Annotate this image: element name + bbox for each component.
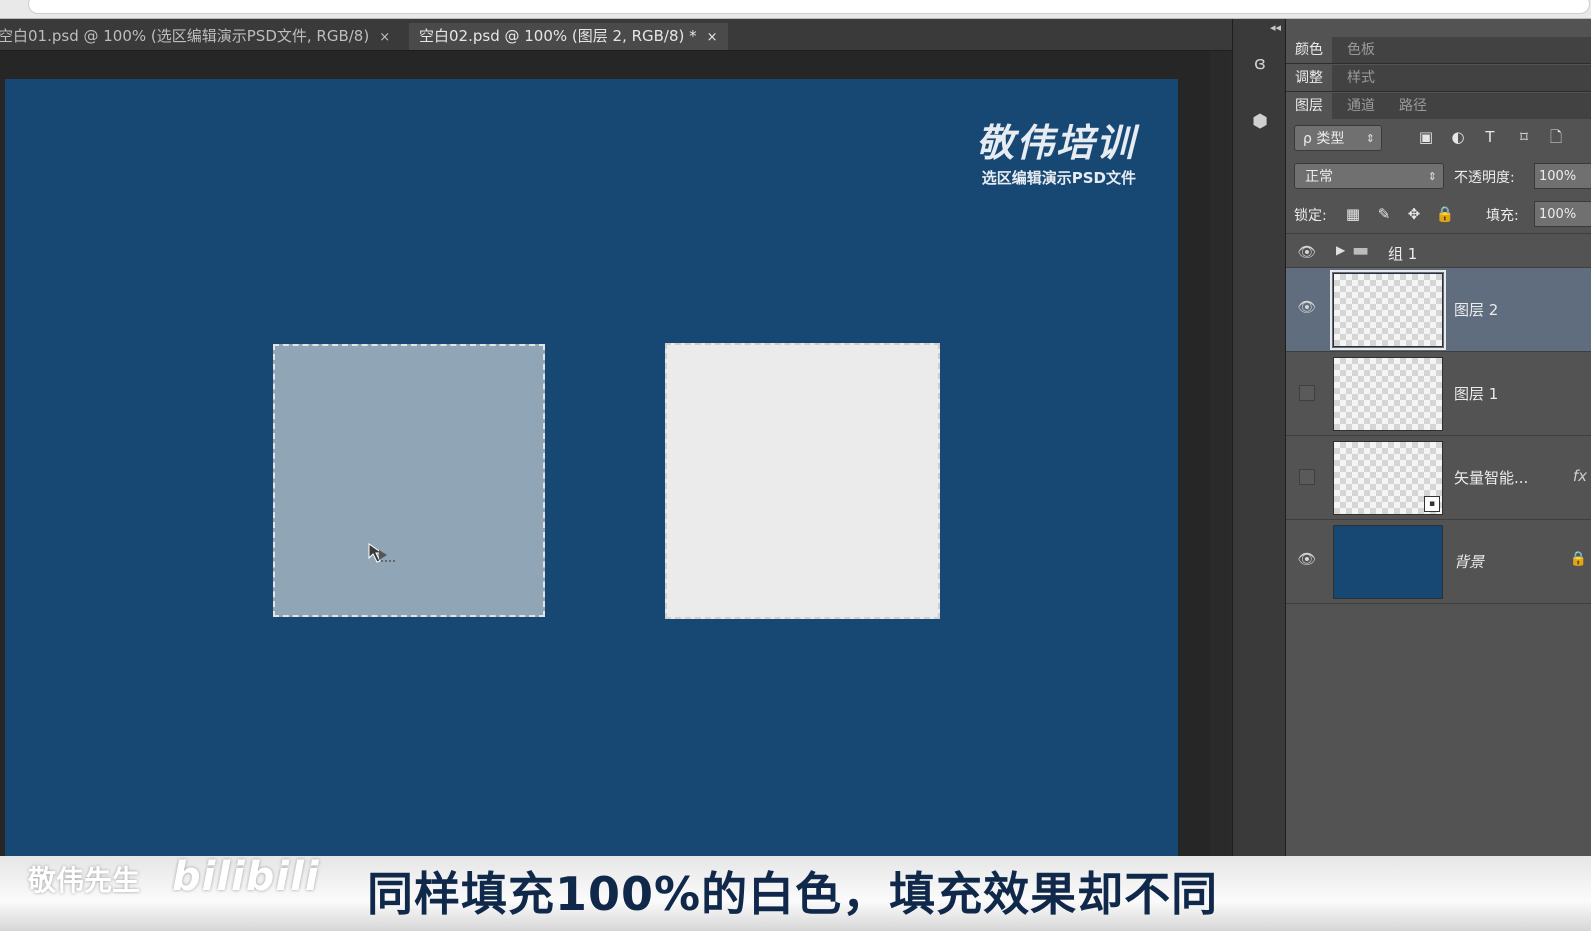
right-square-selection[interactable] xyxy=(665,343,940,619)
tab-layers[interactable]: 图层 xyxy=(1286,93,1332,119)
tab-color[interactable]: 颜色 xyxy=(1286,37,1332,63)
address-field[interactable] xyxy=(28,0,1590,14)
layers-panel: 颜色 色板 调整 样式 图层 通道 路径 ρ 类型 ⇕ ▣ ◐ T ⌑ 🗋 正常… xyxy=(1286,19,1591,856)
tab-adjustments[interactable]: 调整 xyxy=(1286,65,1332,91)
3d-cube-icon[interactable]: ⬢ xyxy=(1243,107,1277,137)
document-tab-bar: 空白01.psd @ 100% (选区编辑演示PSD文件, RGB/8) × 空白… xyxy=(0,19,1232,51)
browser-address-bar xyxy=(0,0,1591,19)
eye-icon[interactable]: 👁 xyxy=(1296,243,1318,263)
adjust-tab-row: 调整 样式 xyxy=(1286,65,1591,92)
smart-object-filter-icon[interactable]: 🗋 xyxy=(1546,127,1566,147)
subtitle-text: 同样填充100%的白色，填充效果却不同 xyxy=(367,867,1219,921)
move-cursor-icon xyxy=(368,543,397,563)
brand-watermark: 敬伟培训 选区编辑演示PSD文件 xyxy=(976,121,1136,188)
group-name: 组 1 xyxy=(1388,245,1418,263)
lock-position-icon[interactable]: ✥ xyxy=(1403,203,1425,225)
lock-transparency-icon[interactable]: ▦ xyxy=(1342,203,1364,225)
layer-name: 图层 2 xyxy=(1454,301,1499,319)
color-tab-row: 颜色 色板 xyxy=(1286,37,1591,64)
tab-channels[interactable]: 通道 xyxy=(1338,93,1384,119)
fill-label: 填充: xyxy=(1486,208,1519,224)
tab-document-1-title: 空白01.psd @ 100% (选区编辑演示PSD文件, RGB/8) xyxy=(0,27,370,45)
vertical-scrollbar[interactable] xyxy=(1210,51,1230,856)
blend-row: 正常 ⇕ 不透明度: 100% xyxy=(1286,157,1591,196)
subtitle-bar: 敬伟先生 bilibili 同样填充100%的白色，填充效果却不同 xyxy=(0,854,1591,931)
visibility-toggle[interactable] xyxy=(1299,385,1315,401)
canvas-area: 敬伟培训 选区编辑演示PSD文件 xyxy=(0,51,1230,859)
tab-document-1[interactable]: 空白01.psd @ 100% (选区编辑演示PSD文件, RGB/8) × xyxy=(0,23,400,50)
layer-row[interactable]: 👁 背景 🔒 xyxy=(1286,520,1591,604)
layer-filter-select[interactable]: ρ 类型 ⇕ xyxy=(1294,125,1382,151)
layer-thumbnail: ▪ xyxy=(1333,441,1443,515)
layer-row[interactable]: 图层 1 xyxy=(1286,352,1591,436)
adjustment-filter-icon[interactable]: ◐ xyxy=(1448,127,1468,147)
blend-mode-select[interactable]: 正常 ⇕ xyxy=(1294,163,1444,189)
lock-label: 锁定: xyxy=(1294,208,1327,224)
fx-icon[interactable]: fx xyxy=(1573,467,1587,485)
layer-row[interactable]: 👁 图层 2 xyxy=(1286,268,1591,352)
eye-icon[interactable]: 👁 xyxy=(1296,298,1318,318)
layer-thumbnail xyxy=(1333,357,1443,431)
layer-group-row[interactable]: 👁 ▶ ▬ 组 1 xyxy=(1286,237,1591,268)
blend-mode-value: 正常 xyxy=(1305,169,1333,185)
visibility-toggle[interactable] xyxy=(1299,469,1315,485)
adjust-brush-icon[interactable]: ɞ xyxy=(1243,49,1277,79)
opacity-label: 不透明度: xyxy=(1454,170,1515,186)
tab-document-2[interactable]: 空白02.psd @ 100% (图层 2, RGB/8) * × xyxy=(409,23,728,50)
layer-name: 背景 xyxy=(1454,553,1485,571)
brand-title: 敬伟培训 xyxy=(975,120,1136,165)
watermark-name: 敬伟先生 xyxy=(28,864,141,897)
tab-swatches[interactable]: 色板 xyxy=(1338,37,1384,63)
layer-name: 矢量智能... xyxy=(1454,469,1529,487)
opacity-input[interactable]: 100% xyxy=(1534,163,1591,189)
pixel-filter-icon[interactable]: ▣ xyxy=(1416,127,1436,147)
eye-icon[interactable]: 👁 xyxy=(1296,550,1318,570)
lock-row: 锁定: ▦ ✎ ✥ 🔒 填充: 100% xyxy=(1286,195,1591,234)
layers-tab-row: 图层 通道 路径 xyxy=(1286,93,1591,120)
close-icon[interactable]: × xyxy=(707,30,718,45)
lock-icon: 🔒 xyxy=(1569,551,1587,567)
close-icon[interactable]: × xyxy=(379,30,390,45)
layer-name: 图层 1 xyxy=(1454,385,1499,403)
layer-filter-label: ρ 类型 xyxy=(1303,131,1345,147)
lock-all-icon[interactable]: 🔒 xyxy=(1434,203,1456,225)
updown-icon: ⇕ xyxy=(1365,132,1375,145)
layer-row[interactable]: ▪ 矢量智能... fx xyxy=(1286,436,1591,520)
tab-styles[interactable]: 样式 xyxy=(1338,65,1384,91)
watermark-site: bilibili xyxy=(172,854,320,900)
shape-filter-icon[interactable]: ⌑ xyxy=(1514,127,1534,147)
expand-arrow-icon[interactable]: ▶ xyxy=(1336,243,1345,257)
panel-dock: ◂◂ ɞ ⬢ xyxy=(1232,19,1286,856)
document-canvas[interactable]: 敬伟培训 选区编辑演示PSD文件 xyxy=(5,79,1178,859)
smart-object-icon: ▪ xyxy=(1424,496,1440,512)
collapse-icon[interactable]: ◂◂ xyxy=(1270,21,1281,34)
tab-document-2-title: 空白02.psd @ 100% (图层 2, RGB/8) * xyxy=(419,27,697,45)
type-filter-icon[interactable]: T xyxy=(1480,127,1500,147)
updown-icon: ⇕ xyxy=(1427,170,1437,183)
tab-paths[interactable]: 路径 xyxy=(1390,93,1436,119)
layer-thumbnail xyxy=(1333,525,1443,599)
brand-subtitle: 选区编辑演示PSD文件 xyxy=(981,169,1136,187)
layer-thumbnail xyxy=(1330,270,1446,350)
layer-filter-row: ρ 类型 ⇕ ▣ ◐ T ⌑ 🗋 xyxy=(1286,119,1591,158)
lock-paint-icon[interactable]: ✎ xyxy=(1373,203,1395,225)
folder-icon: ▬ xyxy=(1352,240,1370,261)
fill-input[interactable]: 100% xyxy=(1534,201,1591,227)
left-square-selection[interactable] xyxy=(273,344,545,617)
